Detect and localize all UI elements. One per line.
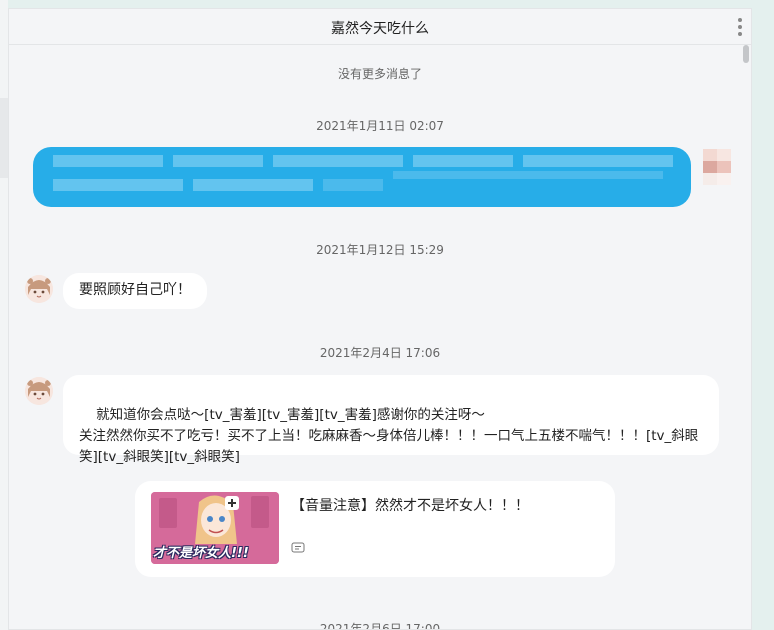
timestamp: 2021年1月12日 15:29 <box>316 243 444 257</box>
chat-header: 嘉然今天吃什么 <box>9 9 751 45</box>
video-cover-image[interactable]: 才不是坏女人!!! <box>151 492 279 564</box>
scrollbar-thumb[interactable] <box>743 45 749 63</box>
video-cover-caption: 才不是坏女人!!! <box>153 546 249 561</box>
left-panel-edge <box>0 0 8 630</box>
chat-title: 嘉然今天吃什么 <box>331 21 429 37</box>
message-text: 就知道你会点哒～[tv_害羞][tv_害羞][tv_害羞]感谢你的关注呀～ 关注… <box>79 407 699 465</box>
outgoing-message-blurred <box>33 147 691 207</box>
comment-icon <box>291 539 305 553</box>
chat-window: 嘉然今天吃什么 没有更多消息了 2021年1月11日 02:07 2021年1月… <box>8 8 752 630</box>
timestamp: 2021年2月6日 17:00 <box>319 622 441 630</box>
contact-avatar[interactable] <box>25 377 53 405</box>
left-panel-selected-item <box>0 98 8 178</box>
message-text: 要照顾好自己吖！ <box>79 282 191 298</box>
timestamp: 2021年2月4日 17:06 <box>319 346 441 360</box>
incoming-message: 要照顾好自己吖！ <box>63 273 207 309</box>
timestamp: 2021年1月11日 02:07 <box>316 119 444 133</box>
contact-avatar[interactable] <box>25 275 53 303</box>
video-title[interactable]: 【音量注意】然然才不是坏女人！！！ <box>291 495 529 515</box>
no-more-messages: 没有更多消息了 <box>337 67 422 81</box>
self-avatar[interactable] <box>703 149 731 185</box>
incoming-message: 就知道你会点哒～[tv_害羞][tv_害羞][tv_害羞]感谢你的关注呀～ 关注… <box>63 375 719 465</box>
video-share-card[interactable]: 才不是坏女人!!! 【音量注意】然然才不是坏女人！！！ <box>135 481 615 577</box>
more-vertical-icon[interactable] <box>737 18 743 36</box>
